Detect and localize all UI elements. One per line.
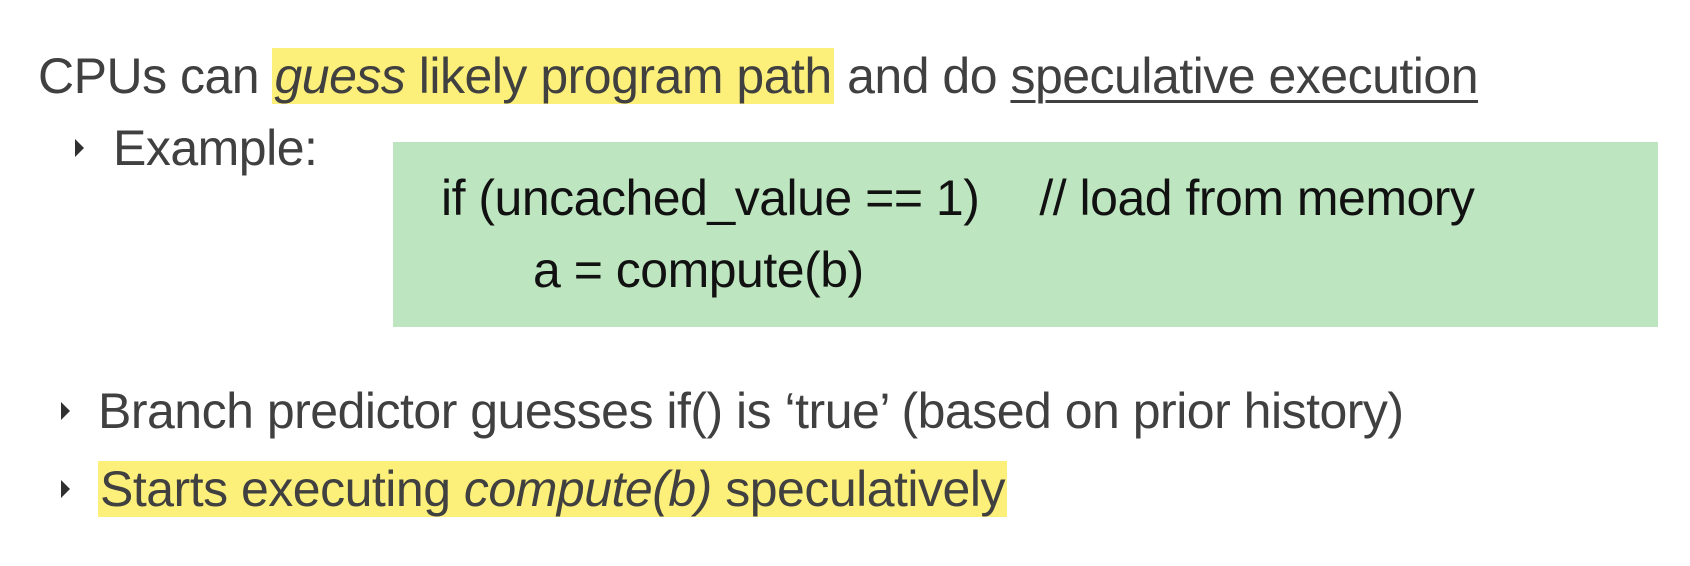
bullet-branch-predictor: Branch predictor guesses if() is ‘true’ … xyxy=(98,383,1404,439)
title-text-middle: and do xyxy=(833,48,1011,104)
bullet-arrow-icon xyxy=(75,139,84,157)
code-line-2: a = compute(b) xyxy=(533,242,864,298)
slide: CPUs can guess likely program path and d… xyxy=(0,0,1690,566)
title-highlight: guess likely program path xyxy=(272,48,834,104)
title-text-start: CPUs can xyxy=(38,48,273,104)
bullet-highlight: Starts executing compute(b) speculativel… xyxy=(98,461,1007,517)
title-underlined-term: speculative execution xyxy=(1010,48,1479,104)
slide-title: CPUs can guess likely program path and d… xyxy=(38,46,1479,106)
bullet-arrow-icon xyxy=(61,402,70,420)
bullet-arrow-icon xyxy=(61,480,70,498)
bullet-text-end: speculatively xyxy=(711,461,1005,517)
bullet-text-italic: compute(b) xyxy=(463,461,712,517)
code-block: if (uncached_value == 1) // load from mem… xyxy=(393,142,1658,327)
title-highlight-rest: likely program path xyxy=(405,48,832,104)
code-line-1: if (uncached_value == 1) // load from mem… xyxy=(441,168,1475,228)
bullet-speculative-execution: Starts executing compute(b) speculativel… xyxy=(98,459,1007,519)
code-comment: // load from memory xyxy=(1039,170,1475,226)
code-condition: if (uncached_value == 1) xyxy=(441,170,980,226)
example-label: Example: xyxy=(113,120,318,176)
bullet-text-start: Starts executing xyxy=(100,461,464,517)
title-highlight-italic: guess xyxy=(274,48,406,104)
